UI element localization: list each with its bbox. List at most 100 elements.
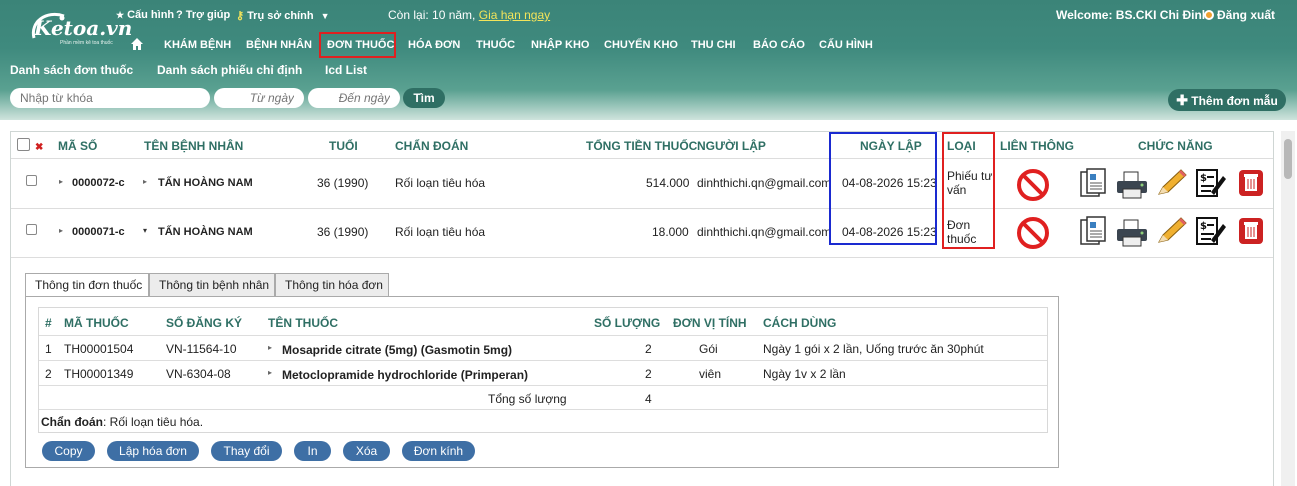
usage: Ngày 1v x 2 lần <box>763 367 846 381</box>
tab-prescription-info[interactable]: Thông tin đơn thuốc <box>25 273 149 297</box>
nav-hoa-don[interactable]: HÓA ĐƠN <box>408 39 460 51</box>
unit: Gói <box>699 342 718 356</box>
from-date-input[interactable] <box>214 88 304 108</box>
help-link[interactable]: ? Trợ giúp <box>176 9 230 21</box>
prescription-detail-panel: # MÃ THUỐC SỐ ĐĂNG KÝ TÊN THUỐC SỐ LƯỢNG… <box>25 296 1059 468</box>
to-date-input[interactable] <box>308 88 400 108</box>
total-amount: 514.000 <box>646 176 690 190</box>
patient-name[interactable]: TẤN HOÀNG NAM <box>158 226 253 238</box>
col-header-age[interactable]: TUỔI <box>329 139 358 153</box>
col-header-actions: CHỨC NĂNG <box>1138 139 1213 153</box>
subnav-icd-list[interactable]: Icd List <box>325 63 367 77</box>
select-all-checkbox[interactable] <box>17 138 30 151</box>
nav-chuyen-kho[interactable]: CHUYỂN KHO <box>604 39 678 51</box>
add-template-button[interactable]: ✚ Thêm đơn mẫu <box>1168 89 1286 111</box>
nav-benh-nhan[interactable]: BỆNH NHÂN <box>246 39 312 51</box>
total-qty-label: Tổng số lượng <box>488 392 567 406</box>
nav-kham-benh[interactable]: KHÁM BỆNH <box>164 39 231 51</box>
diagnosis: Rối loạn tiêu hóa <box>395 176 486 190</box>
no-sync-icon[interactable] <box>1016 168 1050 202</box>
ketoa-logo[interactable]: Ketoa.vn Phần mềm kê toa thuốc <box>28 8 132 46</box>
create-invoice-button[interactable]: Lập hóa đơn <box>107 441 199 461</box>
edit-button[interactable]: Thay đổi <box>211 441 282 461</box>
no-sync-icon[interactable] <box>1016 216 1050 250</box>
creator-email: dinhthichi.qn@gmail.com <box>697 225 832 239</box>
renew-link[interactable]: Gia hạn ngay <box>479 8 550 22</box>
patient-name[interactable]: TẤN HOÀNG NAM <box>158 177 253 189</box>
col-header-diagnosis[interactable]: CHẨN ĐOÁN <box>395 139 468 153</box>
row-no: 1 <box>45 342 52 356</box>
delete-selected-icon[interactable]: ✖ <box>35 142 43 153</box>
date-highlight-box <box>829 132 937 245</box>
prescription-id[interactable]: 0000072-c <box>72 177 125 189</box>
nav-cau-hinh[interactable]: CẤU HÌNH <box>819 39 873 51</box>
invoice-icon[interactable]: $ <box>1193 168 1227 198</box>
document-icon[interactable] <box>1079 168 1107 198</box>
expand-arrow-icon[interactable]: ▸ <box>143 177 147 186</box>
pencil-icon[interactable] <box>1155 168 1189 198</box>
tab-patient-info[interactable]: Thông tin bệnh nhân <box>149 273 275 297</box>
invoice-icon[interactable]: $ <box>1193 216 1227 246</box>
find-button[interactable]: Tìm <box>403 88 445 108</box>
patient-age: 36 (1990) <box>317 176 369 190</box>
prescription-id[interactable]: 0000071-c <box>72 226 125 238</box>
print-button[interactable]: In <box>294 441 331 461</box>
row-checkbox[interactable] <box>26 224 37 235</box>
divider <box>11 257 1273 258</box>
col-header-id[interactable]: MÃ SỐ <box>58 139 97 153</box>
pencil-icon[interactable] <box>1155 216 1189 246</box>
subnav-prescriptions[interactable]: Danh sách đơn thuốc <box>10 63 133 77</box>
expand-arrow-icon[interactable]: ▸ <box>268 343 272 352</box>
document-icon[interactable] <box>1079 216 1107 246</box>
copy-button[interactable]: Copy <box>42 441 95 461</box>
subnav-orders[interactable]: Danh sách phiếu chỉ định <box>157 63 302 77</box>
type-highlight-box <box>942 132 995 249</box>
divider <box>39 409 1047 410</box>
col-header-total[interactable]: TỔNG TIỀN THUỐC <box>586 139 697 153</box>
col-header-name[interactable]: TÊN BỆNH NHÂN <box>144 139 243 153</box>
collapse-arrow-icon[interactable]: ▾ <box>143 226 147 235</box>
row-no: 2 <box>45 367 52 381</box>
quantity: 2 <box>645 367 652 381</box>
trash-icon[interactable] <box>1237 216 1265 246</box>
drug-name[interactable]: Mosapride citrate (5mg) (Gasmotin 5mg) <box>282 343 512 357</box>
col-header-drug-code: MÃ THUỐC <box>64 316 129 330</box>
printer-icon[interactable] <box>1115 170 1149 200</box>
delete-button[interactable]: Xóa <box>343 441 390 461</box>
scrollbar-thumb[interactable] <box>1284 139 1292 179</box>
key-icon: ⚷ <box>236 10 245 22</box>
home-icon[interactable] <box>130 37 144 51</box>
quantity: 2 <box>645 342 652 356</box>
expand-arrow-icon[interactable]: ▸ <box>268 368 272 377</box>
row-checkbox[interactable] <box>26 175 37 186</box>
nav-nhap-kho[interactable]: NHẬP KHO <box>531 39 589 51</box>
patient-age: 36 (1990) <box>317 225 369 239</box>
tab-invoice-info[interactable]: Thông tin hóa đơn <box>275 273 389 297</box>
medicine-table: # MÃ THUỐC SỐ ĐĂNG KÝ TÊN THUỐC SỐ LƯỢNG… <box>38 307 1048 433</box>
trash-icon[interactable] <box>1237 168 1265 198</box>
svg-text:$: $ <box>1200 221 1207 232</box>
divider <box>11 158 1273 159</box>
nav-thu-chi[interactable]: THU CHI <box>691 39 736 51</box>
nav-highlight-box <box>319 32 396 58</box>
expand-arrow-icon[interactable]: ▸ <box>59 226 63 235</box>
keyword-input[interactable] <box>10 88 210 108</box>
vertical-scrollbar[interactable] <box>1281 131 1295 486</box>
col-header-creator[interactable]: NGƯỜI LẬP <box>697 139 766 153</box>
drug-name[interactable]: Metoclopramide hydrochloride (Primperan) <box>282 368 528 382</box>
glasses-prescription-button[interactable]: Đơn kính <box>402 441 475 461</box>
expand-arrow-icon[interactable]: ▸ <box>59 177 63 186</box>
usage: Ngày 1 gói x 2 lần, Uống trước ăn 30phút <box>763 342 984 356</box>
diagnosis-line: Chẩn đoán: Rối loạn tiêu hóa. <box>41 415 204 429</box>
nav-bao-cao[interactable]: BÁO CÁO <box>753 39 805 51</box>
unit: viên <box>699 367 722 381</box>
nav-thuoc[interactable]: THUỐC <box>476 39 515 51</box>
logout-link[interactable]: Đăng xuất <box>1204 8 1275 22</box>
chevron-down-icon: ▼ <box>320 10 330 21</box>
config-link[interactable]: ★ Cấu hình <box>116 9 174 21</box>
plus-icon: ✚ <box>1176 92 1188 108</box>
headquarters-dropdown[interactable]: ⚷ Trụ sở chính ▼ <box>236 9 330 23</box>
reg-no: VN-6304-08 <box>166 367 231 381</box>
col-header-qty: SỐ LƯỢNG <box>594 316 661 330</box>
printer-icon[interactable] <box>1115 218 1149 248</box>
